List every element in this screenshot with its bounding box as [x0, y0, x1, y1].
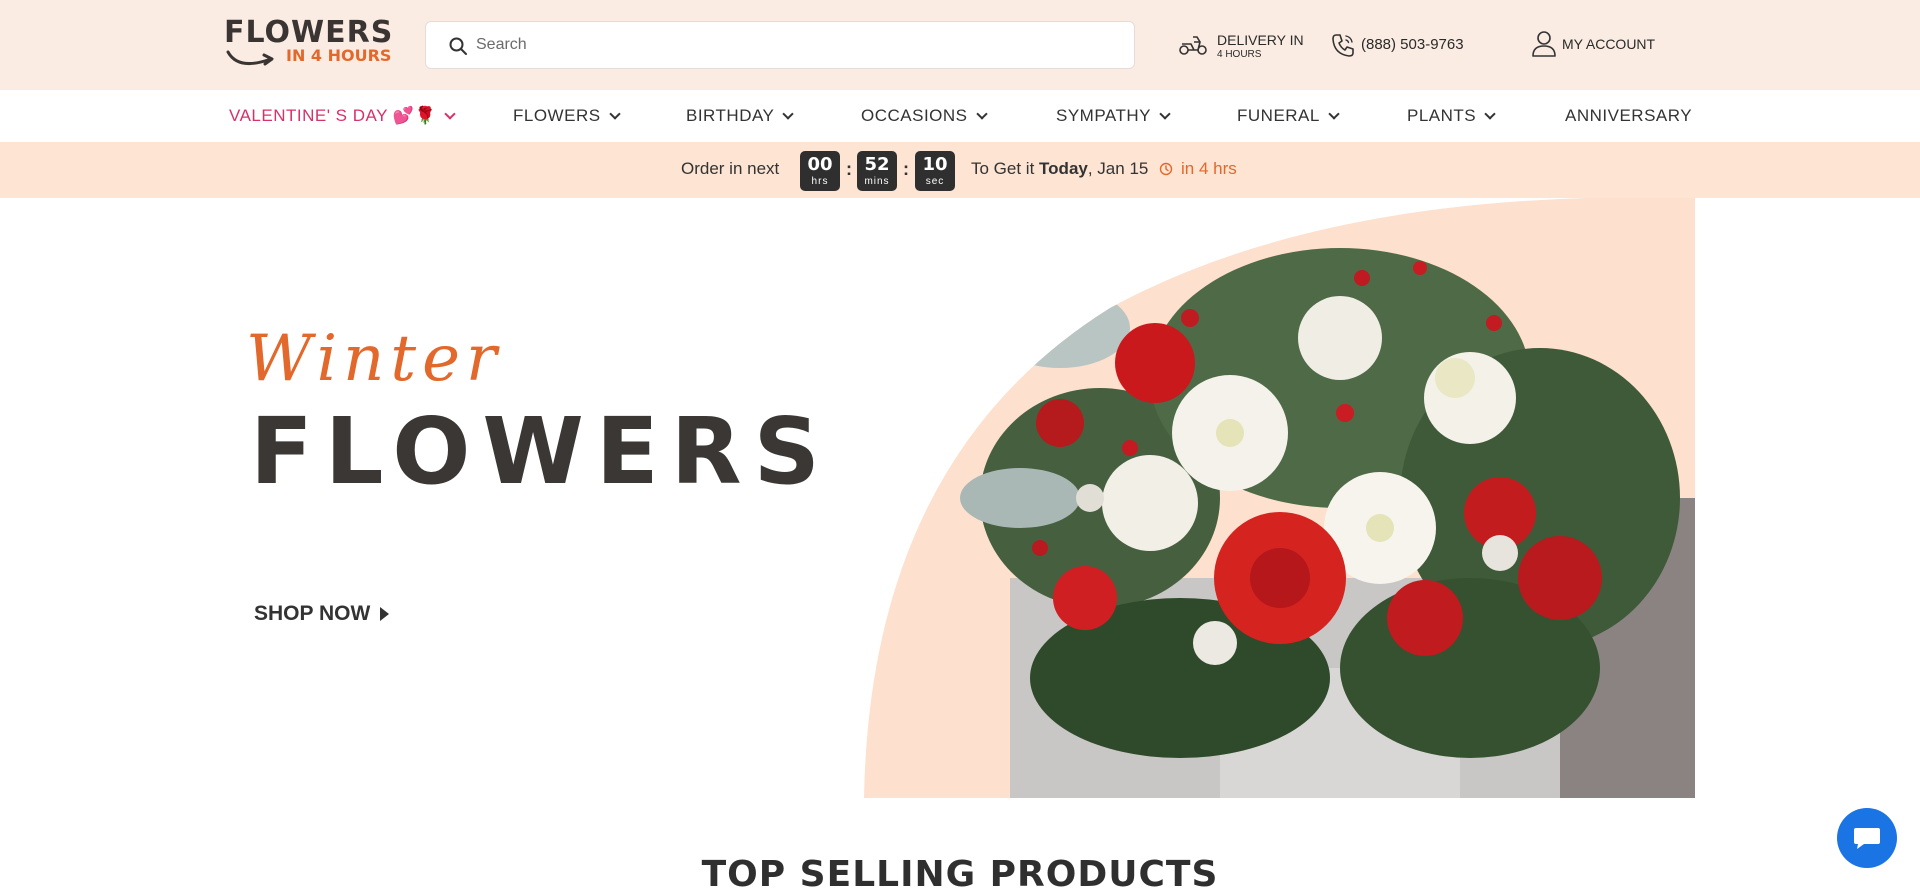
nav-item-label: ANNIVERSARY [1565, 106, 1693, 125]
hero-title: FLOWERS [250, 398, 832, 505]
chevron-down-icon [782, 107, 795, 120]
hero-banner: Winter FLOWERS SHOP NOW [0, 198, 1920, 798]
countdown-seconds-unit: sec [925, 176, 945, 187]
nav-item-label: OCCASIONS [861, 106, 968, 125]
header: FLOWERS IN 4 HOURS DELIVERY IN 4 HOURS (… [0, 0, 1920, 90]
countdown-minutes-unit: mins [864, 176, 890, 187]
nav-item-valentines-day[interactable]: VALENTINE' S DAY 💕🌹 [229, 106, 456, 126]
chevron-down-icon [975, 107, 988, 120]
delivery-time: 4 HOURS [1217, 49, 1262, 60]
search-icon[interactable] [448, 36, 468, 56]
countdown-date: , Jan 15 [1087, 159, 1149, 178]
countdown-separator: : [903, 159, 909, 179]
site-logo[interactable]: FLOWERS IN 4 HOURS [224, 15, 394, 72]
nav-item-flowers[interactable]: FLOWERS [513, 106, 621, 126]
search-input[interactable] [476, 32, 1116, 58]
main-nav: VALENTINE' S DAY 💕🌹 FLOWERS BIRTHDAY OCC… [0, 90, 1920, 142]
countdown-prefix: Order in next [681, 159, 780, 178]
delivery-scooter-icon [1179, 36, 1207, 55]
play-arrow-icon [380, 607, 390, 621]
chevron-down-icon [1328, 107, 1340, 120]
nav-item-occasions[interactable]: OCCASIONS [861, 106, 988, 126]
countdown-get-prefix: To Get it [971, 159, 1035, 178]
nav-item-sympathy[interactable]: SYMPATHY [1056, 106, 1171, 126]
countdown-seconds: 10 sec [915, 151, 955, 191]
chevron-down-icon [608, 107, 621, 120]
nav-item-label: VALENTINE' S DAY 💕🌹 [229, 106, 437, 125]
chevron-down-icon [1484, 107, 1496, 120]
nav-item-label: SYMPATHY [1056, 106, 1151, 125]
phone-icon [1332, 34, 1354, 57]
shop-now-label: SHOP NOW [254, 602, 371, 625]
logo-swoosh-icon [226, 50, 274, 66]
countdown-eta: in 4 hrs [1181, 159, 1237, 178]
countdown-hours-value: 00 [807, 154, 833, 175]
countdown-minutes: 52 mins [857, 151, 897, 191]
user-icon [1532, 31, 1556, 57]
countdown-delivery-date: To Get it Today, Jan 15 [971, 159, 1148, 179]
hero-script-heading: Winter [246, 322, 503, 396]
section-title: TOP SELLING PRODUCTS [701, 854, 1219, 888]
nav-item-label: PLANTS [1407, 106, 1477, 125]
countdown-day: Today [1039, 159, 1088, 178]
nav-item-label: FLOWERS [513, 106, 601, 125]
countdown-separator: : [846, 159, 852, 179]
chat-button[interactable] [1837, 808, 1897, 868]
countdown-hours-unit: hrs [811, 176, 829, 187]
phone-number[interactable]: (888) 503-9763 [1361, 36, 1464, 53]
shop-now-button[interactable]: SHOP NOW [254, 602, 390, 626]
chat-icon [1854, 828, 1880, 849]
search-bar [425, 21, 1135, 69]
my-account-label[interactable]: MY ACCOUNT [1562, 36, 1655, 52]
countdown-minutes-value: 52 [864, 154, 890, 175]
clock-icon [1159, 162, 1173, 176]
delivery-countdown-bar: Order in next 00 hrs : 52 mins : 10 sec … [0, 142, 1920, 198]
nav-item-label: FUNERAL [1237, 106, 1320, 125]
chevron-down-icon [444, 107, 456, 120]
nav-item-label: BIRTHDAY [686, 106, 775, 125]
nav-item-funeral[interactable]: FUNERAL [1237, 106, 1340, 126]
nav-item-anniversary[interactable]: ANNIVERSARY [1565, 106, 1692, 126]
chevron-down-icon [1159, 107, 1171, 120]
countdown-seconds-value: 10 [922, 154, 948, 175]
nav-item-plants[interactable]: PLANTS [1407, 106, 1496, 126]
countdown-hours: 00 hrs [800, 151, 840, 191]
nav-item-birthday[interactable]: BIRTHDAY [686, 106, 795, 126]
logo-wordmark: FLOWERS [224, 15, 394, 50]
delivery-label: DELIVERY IN [1217, 32, 1304, 48]
logo-tagline: IN 4 HOURS [286, 46, 392, 65]
